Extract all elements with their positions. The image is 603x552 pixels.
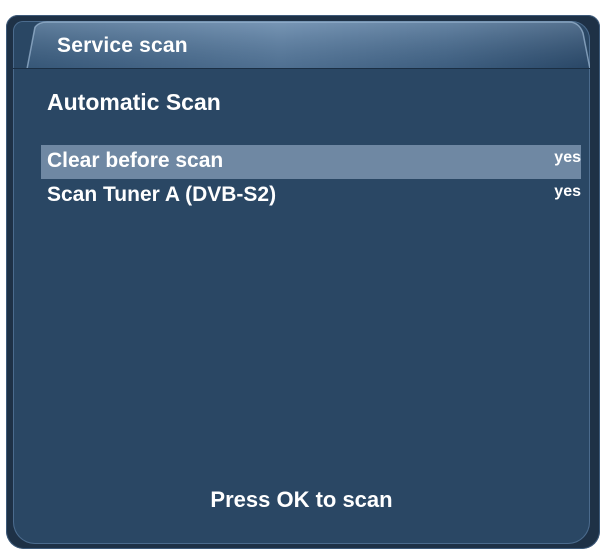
setting-value: yes: [554, 183, 581, 200]
section-heading: Automatic Scan: [47, 89, 221, 115]
setting-value: yes: [554, 149, 581, 166]
service-scan-window: Service scan Automatic Scan Clear before…: [13, 21, 590, 544]
setting-label: Scan Tuner A (DVB-S2): [47, 183, 277, 206]
window-title: Service scan: [57, 34, 188, 57]
setting-row-scan-tuner-a[interactable]: Scan Tuner A (DVB-S2) yes: [41, 179, 581, 213]
help-hint: Press OK to scan: [210, 487, 393, 512]
settings-list: Clear before scan yes Scan Tuner A (DVB-…: [41, 145, 581, 213]
title-bar: Service scan: [13, 21, 590, 69]
setting-label: Clear before scan: [47, 149, 224, 172]
setting-row-clear-before-scan[interactable]: Clear before scan yes: [41, 145, 581, 179]
